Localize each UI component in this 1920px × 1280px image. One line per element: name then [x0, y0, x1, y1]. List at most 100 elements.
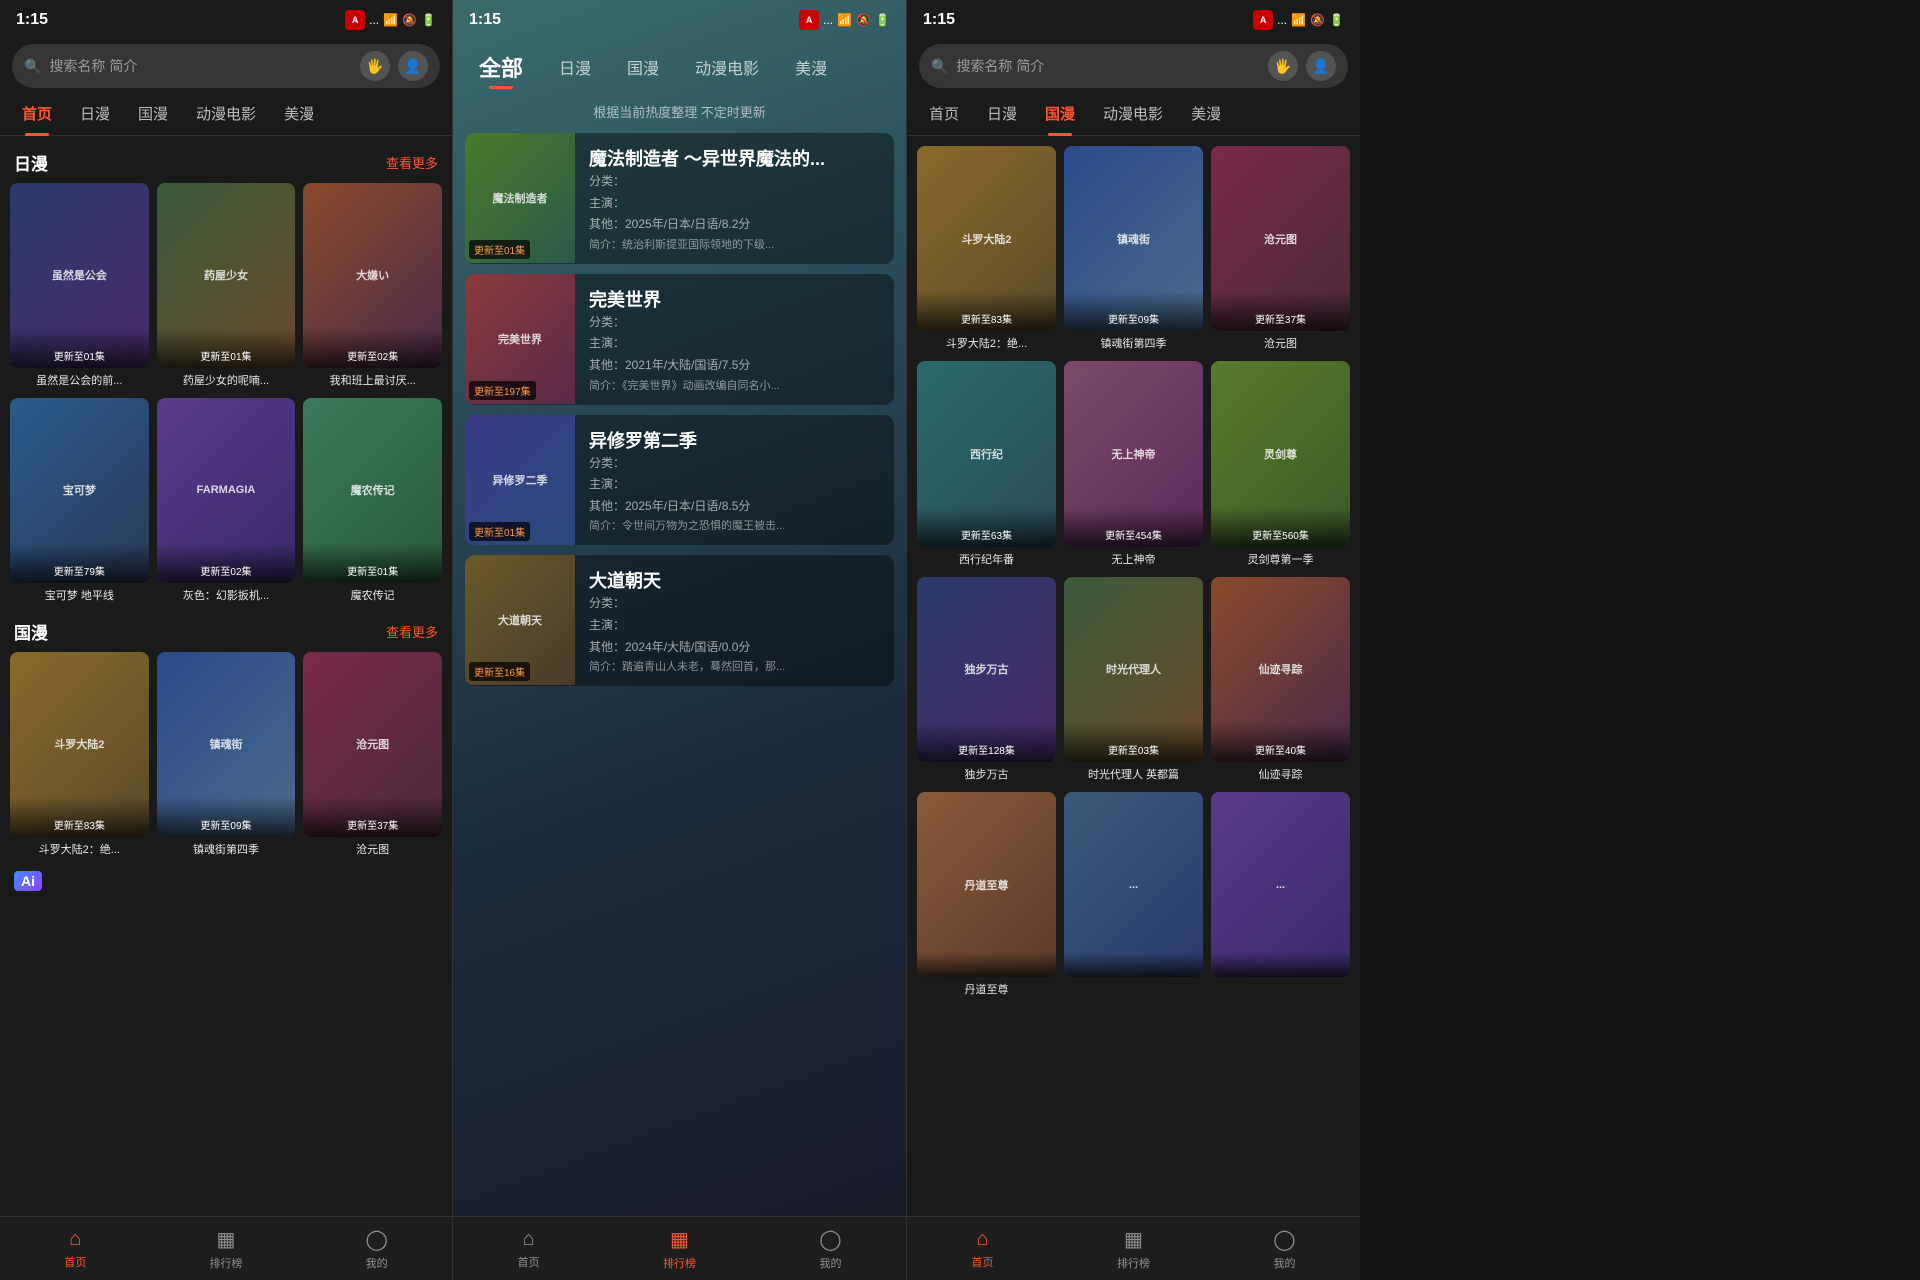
r-card-wrapper-3: 沧元图 更新至37集 沧元图 — [1211, 146, 1350, 353]
r-card-wrapper-11: ... — [1064, 792, 1203, 999]
r-anime-card-8[interactable]: 时光代理人 更新至03集 — [1064, 577, 1203, 762]
ranking-info-text-3: 其他：2025年/日本/日语/8.5分 — [589, 496, 880, 518]
search-bar-right[interactable]: 🔍 搜索名称 简介 🖐 👤 — [919, 44, 1348, 88]
tab-movie-left[interactable]: 动漫电影 — [182, 92, 270, 136]
scroll-content-left: 日漫 查看更多 虽然是公会 更新至01集 虽然是公会的前... 药屋少女 更新至… — [0, 136, 452, 1216]
r-anime-badge-3: 更新至37集 — [1211, 291, 1350, 331]
anime-card-8[interactable]: 镇魂街 更新至09集 — [157, 652, 296, 837]
r-anime-card-5[interactable]: 无上神帝 更新至454集 — [1064, 361, 1203, 546]
tab-japanese-left[interactable]: 日漫 — [66, 92, 124, 136]
ranking-meta-3: 分类： 主演： 其他：2025年/日本/日语/8.5分 — [589, 453, 880, 518]
r-anime-title-9: 仙迹寻踪 — [1211, 762, 1350, 784]
anime-badge-3: 更新至02集 — [303, 328, 442, 368]
tab-movie-right[interactable]: 动漫电影 — [1089, 92, 1177, 136]
anime-card-1[interactable]: 虽然是公会 更新至01集 — [10, 183, 149, 368]
tab-chinese-right[interactable]: 国漫 — [1031, 92, 1089, 136]
r-card-wrapper-1: 斗罗大陆2 更新至83集 斗罗大陆2：绝... — [917, 146, 1056, 353]
search-scan-btn-right[interactable]: 🖐 — [1268, 51, 1298, 81]
tab-western-left[interactable]: 美漫 — [270, 92, 328, 136]
ranking-desc-4: 简介：踏遍青山人未老，蓦然回首，那... — [589, 658, 880, 674]
tab-japanese-middle[interactable]: 日漫 — [543, 45, 607, 89]
r-anime-card-10[interactable]: 丹道至尊 — [917, 792, 1056, 977]
r-anime-badge-8: 更新至03集 — [1064, 722, 1203, 762]
home-icon-right: ⌂ — [976, 1228, 988, 1251]
tab-movie-middle[interactable]: 动漫电影 — [679, 45, 775, 89]
ranking-item-2[interactable]: 完美世界 更新至197集 完美世界 分类： 主演： 其他：2021年/大陆/国语… — [465, 274, 894, 405]
ranking-title-2: 完美世界 — [589, 286, 880, 312]
ranking-info-1: 魔法制造者 ～异世界魔法的... 分类： 主演： 其他：2025年/日本/日语/… — [575, 133, 894, 264]
r-anime-card-1[interactable]: 斗罗大陆2 更新至83集 — [917, 146, 1056, 331]
anime-badge-8: 更新至09集 — [157, 797, 296, 837]
search-voice-btn-left[interactable]: 👤 — [398, 51, 428, 81]
tab-chinese-middle[interactable]: 国漫 — [611, 45, 675, 89]
bottom-nav-rank-left[interactable]: ▦ 排行榜 — [196, 1227, 256, 1271]
tab-chinese-left[interactable]: 国漫 — [124, 92, 182, 136]
r-card-wrapper-5: 无上神帝 更新至454集 无上神帝 — [1064, 361, 1203, 568]
bottom-nav-rank-right[interactable]: ▦ 排行榜 — [1104, 1227, 1164, 1271]
status-time-left: 1:15 — [16, 11, 48, 29]
r-anime-card-12[interactable]: ... — [1211, 792, 1350, 977]
ranking-cast-2: 主演： — [589, 333, 880, 355]
tab-western-right[interactable]: 美漫 — [1177, 92, 1235, 136]
section-more-japanese[interactable]: 查看更多 — [386, 153, 438, 172]
status-bar-left: 1:15 A ... 📶 🔕 🔋 — [0, 0, 452, 40]
card-wrapper-3: 大嫌い 更新至02集 我和班上最讨厌... — [303, 183, 442, 390]
r-anime-card-9[interactable]: 仙迹寻踪 更新至40集 — [1211, 577, 1350, 762]
rank-icon-middle: ▦ — [670, 1227, 689, 1252]
search-icon-right: 🔍 — [931, 58, 948, 75]
r-anime-card-4[interactable]: 西行纪 更新至63集 — [917, 361, 1056, 546]
ranking-cast-3: 主演： — [589, 474, 880, 496]
card-wrapper-1: 虽然是公会 更新至01集 虽然是公会的前... — [10, 183, 149, 390]
anime-card-6[interactable]: 魔农传记 更新至01集 — [303, 398, 442, 583]
search-scan-btn-left[interactable]: 🖐 — [360, 51, 390, 81]
ranking-item-3[interactable]: 异修罗二季 更新至01集 异修罗第二季 分类： 主演： 其他：2025年/日本/… — [465, 415, 894, 546]
r-anime-badge-7: 更新至128集 — [917, 722, 1056, 762]
bottom-nav-rank-middle[interactable]: ▦ 排行榜 — [650, 1227, 710, 1271]
r-anime-title-10: 丹道至尊 — [917, 977, 1056, 999]
r-anime-card-2[interactable]: 镇魂街 更新至09集 — [1064, 146, 1203, 331]
anime-card-4[interactable]: 宝可梦 更新至79集 — [10, 398, 149, 583]
anime-card-5[interactable]: FARMAGIA 更新至02集 — [157, 398, 296, 583]
r-anime-card-7[interactable]: 独步万古 更新至128集 — [917, 577, 1056, 762]
bottom-nav-mine-right[interactable]: ◯ 我的 — [1255, 1227, 1315, 1271]
rank-icon-right: ▦ — [1124, 1227, 1143, 1252]
home-icon-middle: ⌂ — [522, 1228, 534, 1251]
anime-card-2[interactable]: 药屋少女 更新至01集 — [157, 183, 296, 368]
anime-title-8: 镇魂街第四季 — [157, 837, 296, 859]
bottom-nav-mine-middle[interactable]: ◯ 我的 — [801, 1227, 861, 1271]
r-card-wrapper-2: 镇魂街 更新至09集 镇魂街第四季 — [1064, 146, 1203, 353]
anime-card-7[interactable]: 斗罗大陆2 更新至83集 — [10, 652, 149, 837]
r-anime-card-11[interactable]: ... — [1064, 792, 1203, 977]
search-voice-btn-right[interactable]: 👤 — [1306, 51, 1336, 81]
tab-western-middle[interactable]: 美漫 — [779, 45, 843, 89]
ranking-poster-1: 魔法制造者 更新至01集 — [465, 133, 575, 263]
ranking-title-4: 大道朝天 — [589, 567, 880, 593]
bottom-nav-home-right[interactable]: ⌂ 首页 — [953, 1228, 1013, 1270]
tab-home-left[interactable]: 首页 — [8, 92, 66, 136]
tab-japanese-right[interactable]: 日漫 — [973, 92, 1031, 136]
tab-all-middle[interactable]: 全部 — [463, 45, 539, 89]
bottom-nav-mine-left[interactable]: ◯ 我的 — [347, 1227, 407, 1271]
anime-card-9[interactable]: 沧元图 更新至37集 — [303, 652, 442, 837]
anime-badge-6: 更新至01集 — [303, 543, 442, 583]
ranking-info-text-1: 其他：2025年/日本/日语/8.2分 — [589, 214, 880, 236]
status-bar-right: 1:15 A ... 📶 🔕 🔋 — [907, 0, 1360, 40]
tab-home-right[interactable]: 首页 — [915, 92, 973, 136]
bottom-nav-home-middle[interactable]: ⌂ 首页 — [499, 1228, 559, 1270]
r-anime-card-6[interactable]: 灵剑尊 更新至560集 — [1211, 361, 1350, 546]
search-bar-left[interactable]: 🔍 搜索名称 简介 🖐 👤 — [12, 44, 440, 88]
r-anime-title-2: 镇魂街第四季 — [1064, 331, 1203, 353]
r-card-wrapper-8: 时光代理人 更新至03集 时光代理人 英都篇 — [1064, 577, 1203, 784]
ranking-item-4[interactable]: 大道朝天 更新至16集 大道朝天 分类： 主演： 其他：2024年/大陆/国语/… — [465, 555, 894, 686]
ranking-item-1[interactable]: 魔法制造者 更新至01集 魔法制造者 ～异世界魔法的... 分类： 主演： 其他… — [465, 133, 894, 264]
r-anime-card-3[interactable]: 沧元图 更新至37集 — [1211, 146, 1350, 331]
mine-icon-left: ◯ — [365, 1227, 387, 1252]
bottom-nav-home-left[interactable]: ⌂ 首页 — [45, 1228, 105, 1270]
anime-badge-7: 更新至83集 — [10, 797, 149, 837]
anime-card-3[interactable]: 大嫌い 更新至02集 — [303, 183, 442, 368]
bottom-nav-right: ⌂ 首页 ▦ 排行榜 ◯ 我的 — [907, 1216, 1360, 1280]
wifi-icon-right: 🔕 — [1310, 13, 1325, 27]
card-wrapper-5: FARMAGIA 更新至02集 灰色：幻影扳机... — [157, 398, 296, 605]
section-more-chinese[interactable]: 查看更多 — [386, 622, 438, 641]
r-anime-badge-5: 更新至454集 — [1064, 507, 1203, 547]
